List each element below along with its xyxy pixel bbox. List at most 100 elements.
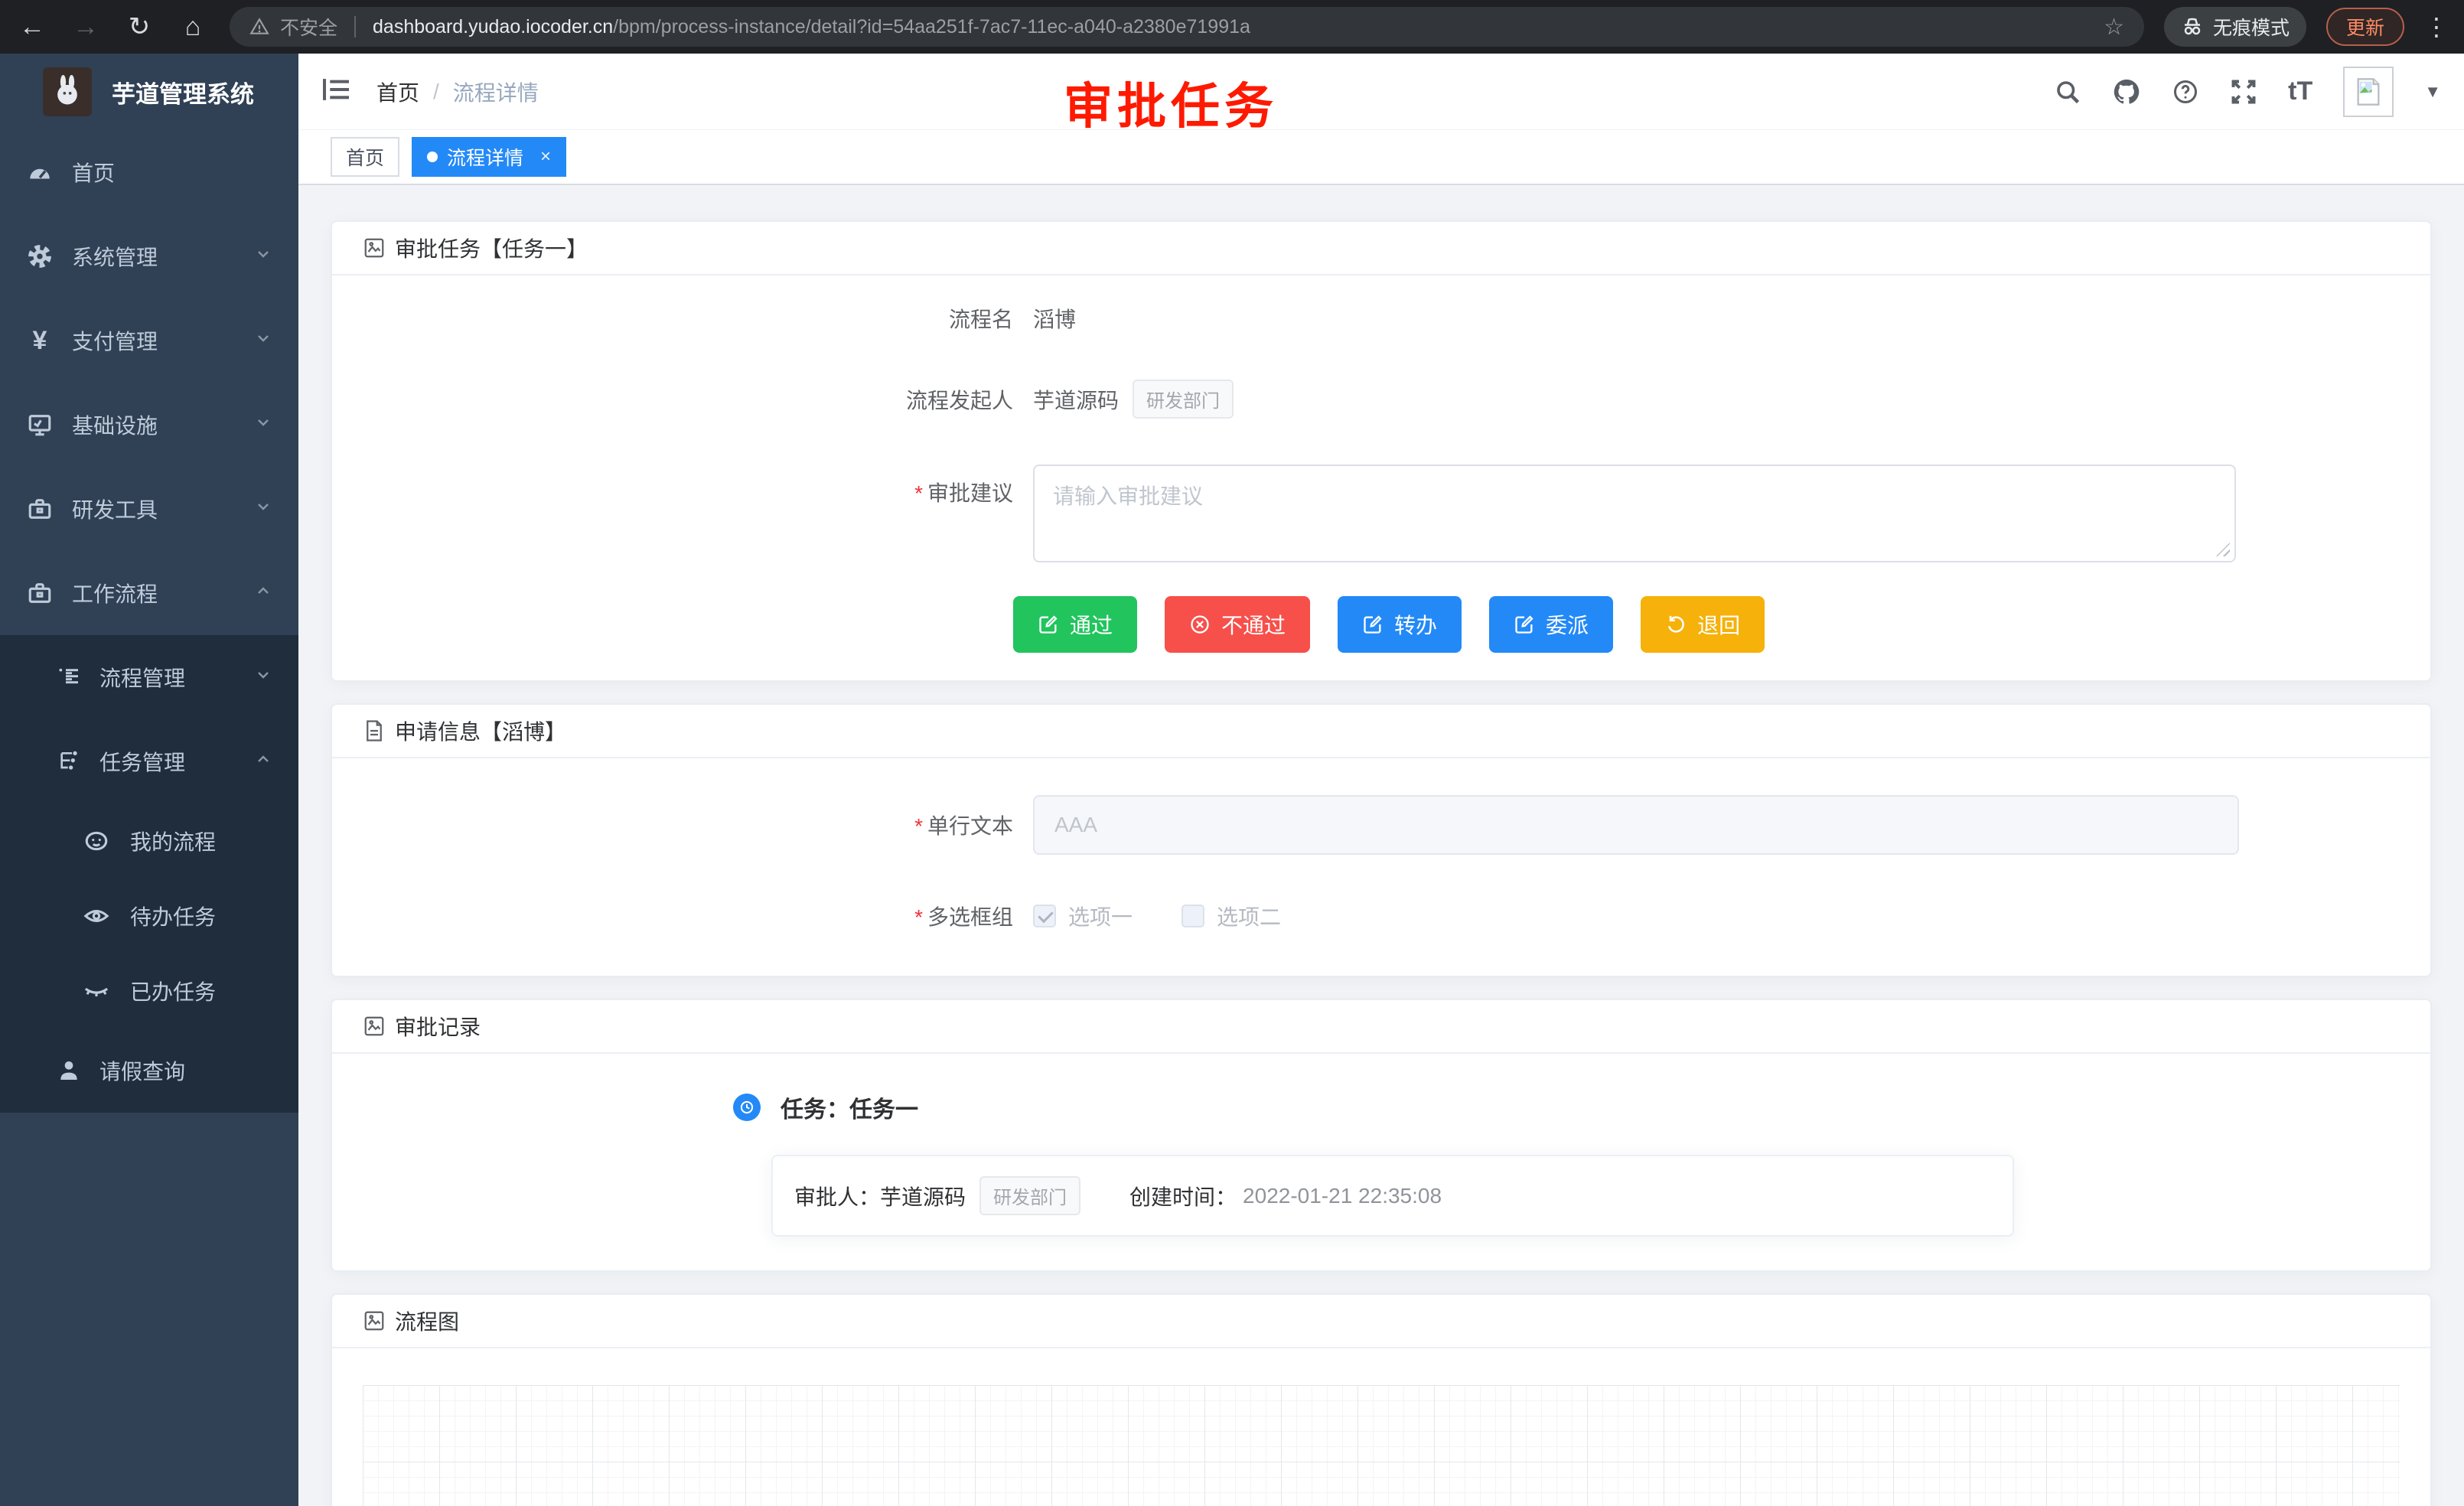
sidebar-item-infra[interactable]: 基础设施 bbox=[0, 383, 298, 467]
sidebar-item-process-mgmt[interactable]: 流程管理 bbox=[0, 635, 298, 719]
sidebar-item-workflow[interactable]: 工作流程 bbox=[0, 551, 298, 635]
github-icon[interactable] bbox=[2112, 77, 2141, 106]
suggestion-textarea[interactable]: 请输入审批建议 bbox=[1033, 465, 2236, 562]
chevron-up-icon bbox=[254, 581, 272, 605]
help-icon[interactable] bbox=[2172, 78, 2199, 106]
sidebar-item-label: 流程管理 bbox=[99, 662, 185, 693]
form-row-process-name: 流程名 滔博 bbox=[363, 303, 2400, 334]
font-size-icon[interactable]: tT bbox=[2288, 77, 2312, 106]
sidebar-item-devtools[interactable]: 研发工具 bbox=[0, 467, 298, 551]
sidebar-item-home[interactable]: 首页 bbox=[0, 130, 298, 214]
bookmark-star-icon[interactable]: ☆ bbox=[2104, 14, 2124, 41]
sidebar-item-task-mgmt[interactable]: 任务管理 bbox=[0, 719, 298, 804]
approval-record-card: 审批记录 任务：任务一 审批人： 芋道源码 研发部门 bbox=[331, 999, 2432, 1272]
sidebar-item-label: 基础设施 bbox=[72, 409, 158, 440]
dashboard-icon bbox=[23, 159, 57, 185]
delegate-button[interactable]: 委派 bbox=[1489, 596, 1613, 653]
card-title: 流程图 bbox=[395, 1306, 459, 1336]
field-label: 流程发起人 bbox=[363, 384, 1013, 415]
card-title: 申请信息【滔博】 bbox=[395, 716, 566, 746]
textarea-placeholder: 请输入审批建议 bbox=[1053, 484, 1203, 508]
back-icon[interactable]: ← bbox=[15, 12, 49, 42]
sidebar-toggle-icon[interactable] bbox=[321, 77, 350, 106]
field-label: *多选框组 bbox=[363, 901, 1013, 931]
field-label: *单行文本 bbox=[363, 810, 1013, 840]
browser-menu-icon[interactable]: ⋮ bbox=[2424, 12, 2449, 41]
chevron-down-icon bbox=[254, 328, 272, 353]
tab-process-detail[interactable]: 流程详情 × bbox=[412, 137, 566, 177]
checkbox-option-1[interactable]: 选项一 bbox=[1033, 901, 1133, 931]
resize-grip[interactable] bbox=[2216, 543, 2230, 556]
undo-icon bbox=[1665, 614, 1687, 635]
single-text-input[interactable]: AAA bbox=[1033, 795, 2239, 855]
sidebar-item-label: 工作流程 bbox=[72, 578, 158, 608]
sidebar-item-label: 首页 bbox=[72, 157, 115, 187]
sidebar-item-leave-query[interactable]: 请假查询 bbox=[0, 1028, 298, 1113]
bpmn-canvas[interactable] bbox=[363, 1385, 2400, 1506]
field-value: 芋道源码 研发部门 bbox=[1033, 380, 1234, 419]
yen-icon: ¥ bbox=[23, 326, 57, 356]
sidebar: 芋道管理系统 首页 系统管理 ¥ 支付管理 基础设施 bbox=[0, 54, 298, 1506]
toolbox-icon bbox=[23, 496, 57, 522]
card-header: 审批记录 bbox=[332, 1000, 2430, 1054]
approval-buttons: 通过 不通过 转办 委派 bbox=[1013, 596, 2400, 653]
sidebar-item-todo-tasks[interactable]: 待办任务 bbox=[0, 878, 298, 953]
node-tree-icon bbox=[54, 749, 84, 774]
checkbox-icon[interactable] bbox=[1033, 905, 1056, 927]
approve-button[interactable]: 通过 bbox=[1013, 596, 1137, 653]
field-label: *审批建议 bbox=[363, 477, 1013, 507]
breadcrumb-home[interactable]: 首页 bbox=[376, 77, 419, 107]
chevron-down-icon bbox=[254, 497, 272, 521]
chevron-down-icon bbox=[254, 665, 272, 689]
logo-row[interactable]: 芋道管理系统 bbox=[0, 54, 298, 130]
url-text: dashboard.yudao.iocoder.cn/bpm/process-i… bbox=[373, 16, 1250, 38]
card-header: 申请信息【滔博】 bbox=[332, 705, 2430, 758]
security-label: 不安全 bbox=[280, 13, 337, 41]
return-button[interactable]: 退回 bbox=[1641, 596, 1765, 653]
home-icon[interactable]: ⌂ bbox=[176, 12, 210, 42]
process-diagram-card: 流程图 bbox=[331, 1293, 2432, 1506]
update-button[interactable]: 更新 bbox=[2326, 8, 2404, 46]
browser-chrome: ← → ↻ ⌂ 不安全 dashboard.yudao.iocoder.cn/b… bbox=[0, 0, 2464, 54]
checkbox-option-2[interactable]: 选项二 bbox=[1181, 901, 1281, 931]
chevron-down-icon bbox=[254, 244, 272, 269]
reject-button[interactable]: 不通过 bbox=[1165, 596, 1310, 653]
sidebar-item-payment[interactable]: ¥ 支付管理 bbox=[0, 298, 298, 383]
address-bar[interactable]: 不安全 dashboard.yudao.iocoder.cn/bpm/proce… bbox=[230, 7, 2144, 47]
search-icon[interactable] bbox=[2054, 78, 2081, 106]
edit-square-icon bbox=[1514, 614, 1535, 635]
chevron-down-icon bbox=[254, 412, 272, 437]
tab-close-icon[interactable]: × bbox=[540, 146, 551, 168]
create-time-value: 2022-01-21 22:35:08 bbox=[1243, 1184, 1442, 1208]
approval-task-card: 审批任务【任务一】 流程名 滔博 流程发起人 芋道源码 研发部门 bbox=[331, 220, 2432, 682]
breadcrumb: 首页 / 流程详情 bbox=[376, 77, 539, 107]
fullscreen-icon[interactable] bbox=[2230, 78, 2257, 106]
sidebar-item-label: 待办任务 bbox=[130, 901, 216, 931]
transfer-button[interactable]: 转办 bbox=[1338, 596, 1462, 653]
request-info-card: 申请信息【滔博】 *单行文本 AAA *多选框组 bbox=[331, 703, 2432, 977]
tab-home[interactable]: 首页 bbox=[331, 137, 399, 177]
dept-tag: 研发部门 bbox=[1133, 380, 1234, 419]
circle-close-icon bbox=[1189, 614, 1211, 635]
edit-square-icon bbox=[1362, 614, 1384, 635]
sidebar-item-label: 支付管理 bbox=[72, 325, 158, 356]
avatar[interactable] bbox=[2343, 67, 2394, 117]
sidebar-item-my-process[interactable]: 我的流程 bbox=[0, 804, 298, 878]
sidebar-item-label: 我的流程 bbox=[130, 826, 216, 856]
app-header: 首页 / 流程详情 审批任务 tT bbox=[298, 54, 2464, 130]
form-row-initiator: 流程发起人 芋道源码 研发部门 bbox=[363, 380, 2400, 419]
page-content: 审批任务【任务一】 流程名 滔博 流程发起人 芋道源码 研发部门 bbox=[298, 185, 2464, 1506]
chevron-up-icon bbox=[254, 749, 272, 774]
red-annotation-text: 审批任务 bbox=[1064, 67, 1278, 138]
checkbox-icon[interactable] bbox=[1181, 905, 1204, 927]
form-row-single-text: *单行文本 AAA bbox=[363, 795, 2400, 855]
sidebar-item-done-tasks[interactable]: 已办任务 bbox=[0, 953, 298, 1028]
reload-icon[interactable]: ↻ bbox=[122, 11, 156, 42]
forward-icon[interactable]: → bbox=[69, 12, 103, 42]
sidebar-item-system[interactable]: 系统管理 bbox=[0, 214, 298, 298]
caret-down-icon[interactable]: ▼ bbox=[2424, 82, 2441, 102]
tree-list-icon bbox=[54, 665, 84, 689]
toolbox-icon bbox=[23, 580, 57, 606]
active-dot bbox=[427, 152, 438, 162]
gear-icon bbox=[23, 243, 57, 269]
